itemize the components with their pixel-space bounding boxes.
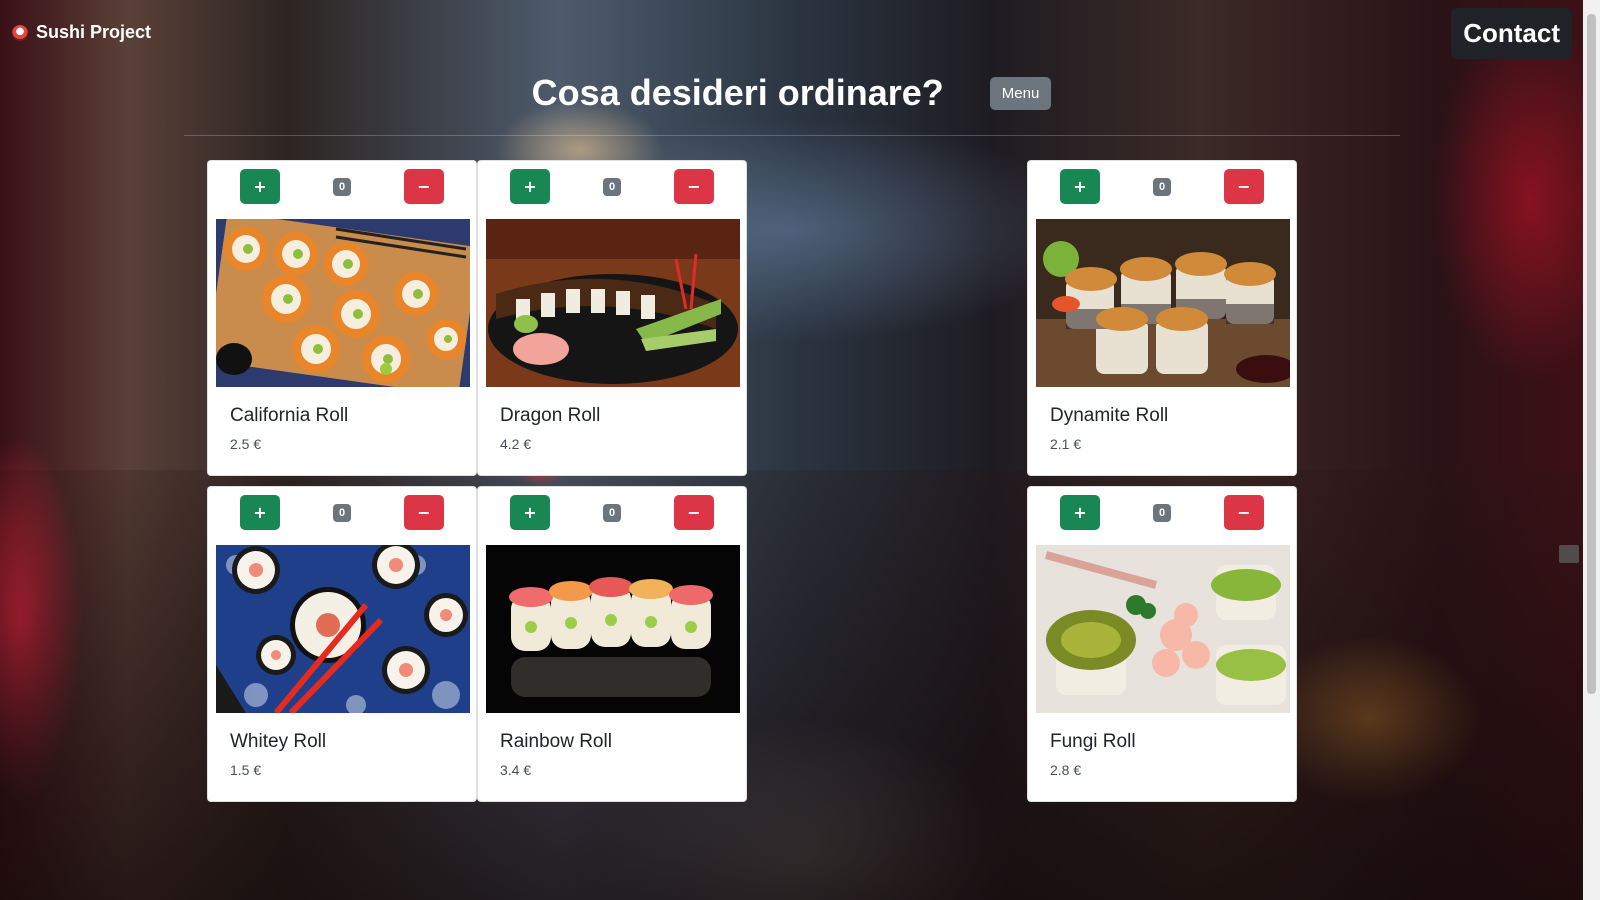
feedback-widget-icon[interactable] <box>1559 545 1579 563</box>
quantity-controls: + 0 − <box>1028 495 1296 530</box>
header-divider <box>184 135 1400 136</box>
contact-button[interactable]: Contact <box>1451 8 1572 59</box>
product-name: California Roll <box>230 405 349 426</box>
remove-button[interactable]: − <box>404 495 444 530</box>
add-button[interactable]: + <box>510 495 550 530</box>
product-price: 2.1 € <box>1050 436 1082 452</box>
remove-button[interactable]: − <box>1224 169 1264 204</box>
product-price: 3.4 € <box>500 762 532 778</box>
add-button[interactable]: + <box>1060 169 1100 204</box>
quantity-controls: + 0 − <box>208 495 476 530</box>
page-scrollbar[interactable] <box>1583 0 1600 900</box>
product-grid: + 0 − California Roll 2.5 € + 0 − Dragon… <box>207 160 1301 802</box>
quantity-controls: + 0 − <box>478 495 746 530</box>
california-roll-photo <box>216 219 470 387</box>
page-header: Cosa desideri ordinare? Menu <box>0 72 1583 114</box>
product-card: + 0 − <box>1027 486 1297 802</box>
add-button[interactable]: + <box>240 495 280 530</box>
product-price: 2.8 € <box>1050 762 1082 778</box>
dragon-roll-photo <box>486 219 740 387</box>
product-name: Whitey Roll <box>230 731 327 752</box>
menu-button[interactable]: Menu <box>989 76 1052 110</box>
product-price: 4.2 € <box>500 436 532 452</box>
product-card: + 0 − <box>207 160 477 476</box>
quantity-controls: + 0 − <box>1028 169 1296 204</box>
product-price: 2.5 € <box>230 436 262 452</box>
add-button[interactable]: + <box>510 169 550 204</box>
quantity-badge: 0 <box>1152 177 1172 196</box>
product-card: + 0 − Dragon Roll 4.2 € <box>477 160 747 476</box>
quantity-badge: 0 <box>332 503 352 522</box>
whitey-roll-photo <box>216 545 470 713</box>
add-button[interactable]: + <box>1060 495 1100 530</box>
quantity-badge: 0 <box>332 177 352 196</box>
brand-label: Sushi Project <box>36 22 152 42</box>
remove-button[interactable]: − <box>1224 495 1264 530</box>
product-name: Dynamite Roll <box>1050 405 1169 426</box>
product-card: + 0 − <box>207 486 477 802</box>
dynamite-roll-photo <box>1036 219 1290 387</box>
quantity-badge: 0 <box>602 177 622 196</box>
remove-button[interactable]: − <box>674 495 714 530</box>
page-title: Cosa desideri ordinare? <box>531 72 944 113</box>
remove-button[interactable]: − <box>404 169 444 204</box>
rainbow-roll-photo <box>486 545 740 713</box>
quantity-badge: 0 <box>1152 503 1172 522</box>
product-name: Dragon Roll <box>500 405 601 426</box>
product-card: + 0 − <box>477 486 747 802</box>
product-name: Fungi Roll <box>1050 731 1136 752</box>
quantity-controls: + 0 − <box>478 169 746 204</box>
scrollbar-thumb[interactable] <box>1587 14 1596 694</box>
fungi-roll-photo <box>1036 545 1290 713</box>
remove-button[interactable]: − <box>674 169 714 204</box>
sushi-icon <box>12 24 28 41</box>
add-button[interactable]: + <box>240 169 280 204</box>
brand-link[interactable]: Sushi Project <box>12 22 151 43</box>
quantity-controls: + 0 − <box>208 169 476 204</box>
product-price: 1.5 € <box>230 762 262 778</box>
product-name: Rainbow Roll <box>500 731 612 752</box>
product-card: + 0 − <box>1027 160 1297 476</box>
quantity-badge: 0 <box>602 503 622 522</box>
